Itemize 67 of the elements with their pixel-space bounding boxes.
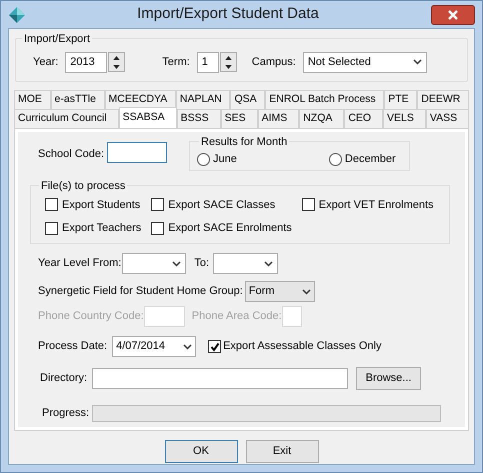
field-label: Campus: — [252, 54, 296, 70]
year-field[interactable]: 2013 — [65, 52, 108, 72]
checkbox-option[interactable]: Export SACE Classes — [151, 196, 292, 213]
spin-buttons[interactable] — [108, 52, 126, 72]
checkbox[interactable] — [45, 222, 58, 235]
school-code-field[interactable] — [107, 142, 168, 163]
tab[interactable]: SES — [220, 109, 258, 128]
tab[interactable]: DEEWR — [417, 90, 469, 109]
field-label: Process Date: — [38, 339, 108, 354]
dialog-button[interactable]: Exit — [246, 440, 318, 463]
dialog-button[interactable]: OK — [164, 440, 238, 463]
field-label: Phone Area Code: — [192, 309, 282, 324]
field-label: Year: — [33, 54, 58, 70]
close-icon — [448, 10, 458, 20]
down-arrow-icon — [224, 64, 232, 68]
dropdown[interactable]: Form — [244, 281, 315, 302]
field-label: Phone Country Code: — [38, 309, 144, 324]
directory-field[interactable] — [92, 368, 348, 389]
tab[interactable]: QSA — [230, 90, 266, 109]
field-label: Progress: — [42, 406, 90, 422]
tab[interactable]: BSSS — [176, 109, 221, 128]
checkbox-option[interactable]: Export VET Enrolments — [302, 196, 434, 213]
tab[interactable]: VASS — [426, 109, 470, 128]
radio-option[interactable]: December — [328, 150, 396, 168]
field-label: Synergetic Field for Student Home Group: — [38, 284, 243, 300]
radio-option[interactable]: June — [197, 150, 237, 168]
term-field[interactable]: 1 — [196, 52, 219, 72]
down-arrow-icon — [113, 64, 120, 68]
checkbox[interactable] — [151, 222, 164, 235]
radio-button[interactable] — [197, 152, 210, 166]
tab[interactable]: MOE — [14, 90, 51, 109]
field-label: To: — [194, 256, 210, 272]
tab[interactable]: CEO — [344, 109, 384, 128]
tab[interactable]: PTE — [384, 90, 418, 109]
checkbox[interactable] — [208, 340, 222, 353]
close-button[interactable] — [431, 4, 475, 24]
checkbox-option[interactable]: Export Teachers — [45, 220, 142, 236]
diamond-app-icon — [9, 6, 25, 22]
tab[interactable]: NZQA — [299, 109, 344, 128]
checkbox[interactable] — [45, 198, 58, 212]
group-label: Import/Export — [22, 31, 92, 48]
tab[interactable]: e-asTTle — [50, 90, 105, 109]
radio-button[interactable] — [328, 152, 342, 166]
checkbox-option[interactable]: Export SACE Enrolments — [151, 220, 292, 236]
checkbox[interactable] — [302, 198, 315, 212]
tab[interactable]: AIMS — [258, 109, 300, 128]
browse-button[interactable]: Browse... — [356, 367, 422, 390]
group-label: File(s) to process — [39, 178, 128, 194]
window-title: Import/Export Student Data — [136, 4, 320, 24]
field-label: Term: — [162, 54, 190, 70]
field-label: Directory: — [40, 371, 88, 386]
tab[interactable]: VELS — [383, 109, 426, 128]
up-arrow-icon — [224, 56, 232, 60]
tab[interactable]: NAPLAN — [176, 90, 230, 109]
checkbox-option[interactable]: Export Students — [45, 196, 142, 213]
field-label: Year Level From: — [38, 256, 122, 272]
checkbox[interactable] — [151, 198, 164, 212]
up-arrow-icon — [113, 56, 120, 60]
field-label: School Code: — [38, 147, 104, 162]
spin-buttons[interactable] — [220, 52, 237, 72]
tab[interactable]: Curriculum Council — [14, 109, 119, 128]
checkbox-option[interactable]: Export Assessable Classes Only — [208, 338, 382, 355]
tab[interactable]: ENROL Batch Process — [265, 90, 384, 109]
date-picker[interactable]: 4/07/2014 — [112, 336, 196, 357]
tab[interactable]: MCEECDYA — [104, 90, 176, 109]
dropdown[interactable]: Not Selected — [302, 52, 427, 72]
tab[interactable]: SSABSA — [118, 107, 177, 128]
